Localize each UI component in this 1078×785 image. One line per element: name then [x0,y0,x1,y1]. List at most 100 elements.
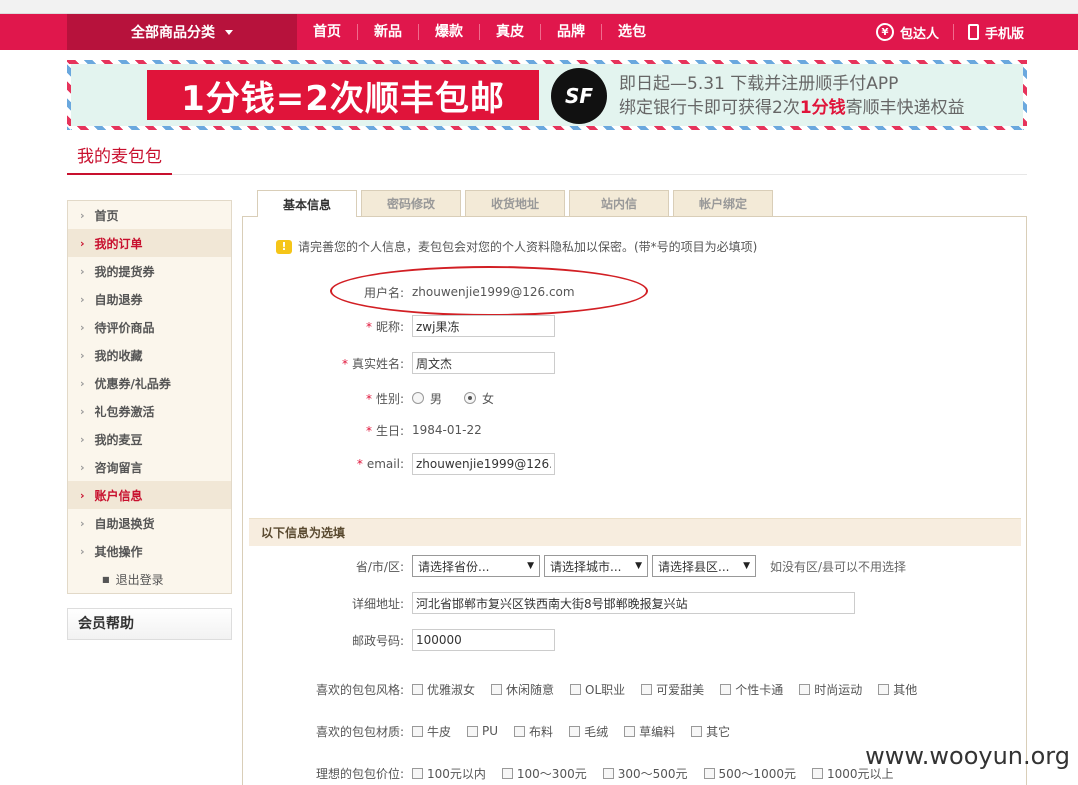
checkbox[interactable] [878,683,890,695]
sidebar-item-account-info[interactable]: › 账户信息 [68,481,231,509]
checkbox[interactable] [491,683,503,695]
gender-row: * 性别: 男 女 [242,389,494,407]
email-row: * email: [242,453,555,475]
sidebar-item-label: 我的麦豆 [94,432,143,447]
bullet-icon: ■ [102,574,110,584]
county-select[interactable]: 请选择县区... ▼ [652,555,756,577]
material-option[interactable]: 毛绒 [569,723,608,740]
nav-item-choose-bag[interactable]: 选包 [602,24,662,40]
price-option-label: 100～300元 [516,766,587,781]
checkbox[interactable] [514,725,526,737]
postcode-field[interactable] [412,629,555,651]
checkbox[interactable] [467,725,479,737]
price-option[interactable]: 100元以内 [412,765,486,782]
checkbox[interactable] [570,683,582,695]
style-option[interactable]: 休闲随意 [491,681,554,698]
notice-text: 请完善您的个人信息，麦包包会对您的个人资料隐私加以保密。(带*号的项目为必填项) [298,240,758,254]
sidebar-item-my-orders[interactable]: › 我的订单 [68,229,231,257]
mobile-version-link[interactable]: 手机版 [985,23,1024,42]
tab-basic-info[interactable]: 基本信息 [257,190,357,217]
dropdown-arrow-icon: ▼ [743,561,750,571]
style-option[interactable]: 个性卡通 [720,681,783,698]
material-option[interactable]: 牛皮 [412,723,451,740]
checkbox[interactable] [703,767,715,779]
nickname-field[interactable] [412,315,555,337]
material-option[interactable]: 草编料 [624,723,675,740]
nav-item-brand[interactable]: 品牌 [541,24,602,40]
promo-banner[interactable]: 1分钱=2次顺丰包邮 SF 即日起—5.31 下载并注册顺手付APP 绑定银行卡… [67,60,1027,130]
checkbox[interactable] [811,767,823,779]
email-field[interactable] [412,453,555,475]
sidebar-item-label: 首页 [94,208,119,223]
sidebar-item-my-beans[interactable]: › 我的麦豆 [68,425,231,453]
sidebar-item-pickup-vouchers[interactable]: › 我的提货券 [68,257,231,285]
logout-link[interactable]: ■ 退出登录 [68,565,231,593]
checkbox[interactable] [412,767,423,779]
material-option[interactable]: 布料 [514,723,553,740]
sidebar-item-coupons[interactable]: › 优惠券/礼品券 [68,369,231,397]
chevron-right-icon: › [80,376,85,390]
sidebar-item-label: 优惠券/礼品券 [94,376,171,391]
material-row: 喜欢的包包材质: 牛皮 PU 布料 毛绒 草编料 其它 [242,722,746,740]
nickname-label: 昵称: [375,319,404,334]
tab-account-binding[interactable]: 帐户绑定 [673,190,773,216]
sidebar-item-other[interactable]: › 其他操作 [68,537,231,565]
style-option[interactable]: 其他 [878,681,917,698]
nav-item-new[interactable]: 新品 [358,24,419,40]
price-option[interactable]: 100～300元 [501,765,587,782]
tab-password[interactable]: 密码修改 [361,190,461,216]
nav-item-home[interactable]: 首页 [297,24,358,40]
checkbox[interactable] [799,683,811,695]
checkbox[interactable] [569,725,581,737]
checkbox[interactable] [624,725,636,737]
bag-expert-link[interactable]: 包达人 [900,23,939,42]
sidebar-item-favorites[interactable]: › 我的收藏 [68,341,231,369]
sidebar-item-self-return[interactable]: › 自助退换货 [68,509,231,537]
province-select[interactable]: 请选择省份... ▼ [412,555,540,577]
member-help-title[interactable]: 会员帮助 [67,608,232,640]
tab-inbox[interactable]: 站内信 [569,190,669,216]
checkbox[interactable] [602,767,614,779]
account-sidebar: › 首页 › 我的订单 › 我的提货券 › 自助退券 › 待评价商品 › 我的收藏 › 优惠券… [67,200,232,594]
style-option[interactable]: 可爱甜美 [641,681,704,698]
style-option-label: OL职业 [585,682,626,697]
browser-top-strip [0,0,1078,14]
checkbox[interactable] [691,725,703,737]
price-options: 100元以内 100～300元 300～500元 500～1000元 1000元… [412,765,910,782]
checkbox[interactable] [412,725,423,737]
chevron-right-icon: › [80,516,85,530]
price-label: 理想的包包价位: [315,766,404,781]
style-option[interactable]: OL职业 [570,681,625,698]
city-select[interactable]: 请选择城市... ▼ [544,555,648,577]
checkbox[interactable] [720,683,732,695]
sidebar-item-label: 咨询留言 [94,460,143,475]
realname-field[interactable] [412,352,555,374]
gender-male-radio[interactable] [412,392,424,404]
checkbox[interactable] [501,767,513,779]
address-row: 详细地址: [242,592,855,614]
address-field[interactable] [412,592,855,614]
nav-item-leather[interactable]: 真皮 [480,24,541,40]
gender-female-radio[interactable] [464,392,477,404]
style-option[interactable]: 优雅淑女 [412,681,475,698]
material-option[interactable]: 其它 [691,723,730,740]
banner-line-1: 即日起—5.31 下载并注册顺手付APP [619,74,899,94]
checkbox[interactable] [641,683,653,695]
birthday-label-wrap: * 生日: [242,422,412,439]
price-option[interactable]: 300～500元 [602,765,688,782]
material-option[interactable]: PU [467,724,498,738]
sidebar-item-home[interactable]: › 首页 [68,201,231,229]
nav-divider [952,24,954,40]
sidebar-item-gift-activation[interactable]: › 礼包券激活 [68,397,231,425]
dropdown-arrow-icon: ▼ [635,561,642,571]
all-categories-button[interactable]: 全部商品分类 [67,14,297,50]
sidebar-item-messages[interactable]: › 咨询留言 [68,453,231,481]
tab-shipping-address[interactable]: 收货地址 [465,190,565,216]
price-option[interactable]: 500～1000元 [703,765,796,782]
checkbox[interactable] [412,683,423,695]
nav-item-hot[interactable]: 爆款 [419,24,480,40]
style-option[interactable]: 时尚运动 [799,681,862,698]
sidebar-item-self-refund[interactable]: › 自助退券 [68,285,231,313]
price-option-label: 300～500元 [617,766,688,781]
sidebar-item-to-review[interactable]: › 待评价商品 [68,313,231,341]
